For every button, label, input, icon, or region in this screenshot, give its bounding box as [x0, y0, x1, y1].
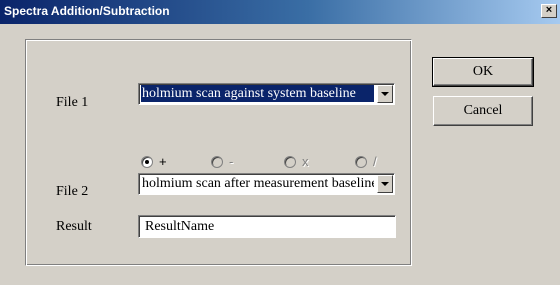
operation-add-radio[interactable]: +: [141, 153, 167, 169]
title-bar[interactable]: Spectra Addition/Subtraction ×: [0, 0, 560, 24]
operation-subtract-label: -: [229, 154, 234, 170]
operation-divide-radio[interactable]: /: [355, 153, 377, 169]
chevron-down-icon[interactable]: [377, 175, 393, 193]
radio-unchecked-icon: [211, 155, 223, 168]
close-button[interactable]: ×: [541, 4, 557, 18]
cancel-button[interactable]: Cancel: [433, 96, 533, 126]
ok-button[interactable]: OK: [432, 57, 534, 87]
operation-divide-label: /: [373, 154, 377, 170]
radio-checked-icon: [141, 155, 153, 168]
result-label: Result: [56, 219, 92, 234]
radio-unchecked-icon: [355, 155, 367, 168]
file1-dropdown[interactable]: holmium scan against system baseline: [138, 83, 395, 105]
operation-add-label: +: [159, 154, 167, 170]
file2-dropdown[interactable]: holmium scan after measurement baseline: [138, 173, 395, 195]
file2-label: File 2: [56, 184, 89, 199]
radio-unchecked-icon: [284, 155, 296, 168]
result-input[interactable]: ResultName: [138, 215, 396, 238]
chevron-down-icon[interactable]: [377, 85, 393, 103]
close-icon: ×: [545, 4, 553, 16]
operation-subtract-radio[interactable]: -: [211, 153, 233, 169]
file1-label: File 1: [56, 95, 89, 110]
operation-multiply-label: x: [302, 154, 309, 170]
window-title: Spectra Addition/Subtraction: [4, 4, 170, 18]
operation-multiply-radio[interactable]: x: [284, 153, 309, 169]
file2-dropdown-value: holmium scan after measurement baseline: [142, 176, 374, 191]
file1-dropdown-value: holmium scan against system baseline: [141, 85, 374, 102]
